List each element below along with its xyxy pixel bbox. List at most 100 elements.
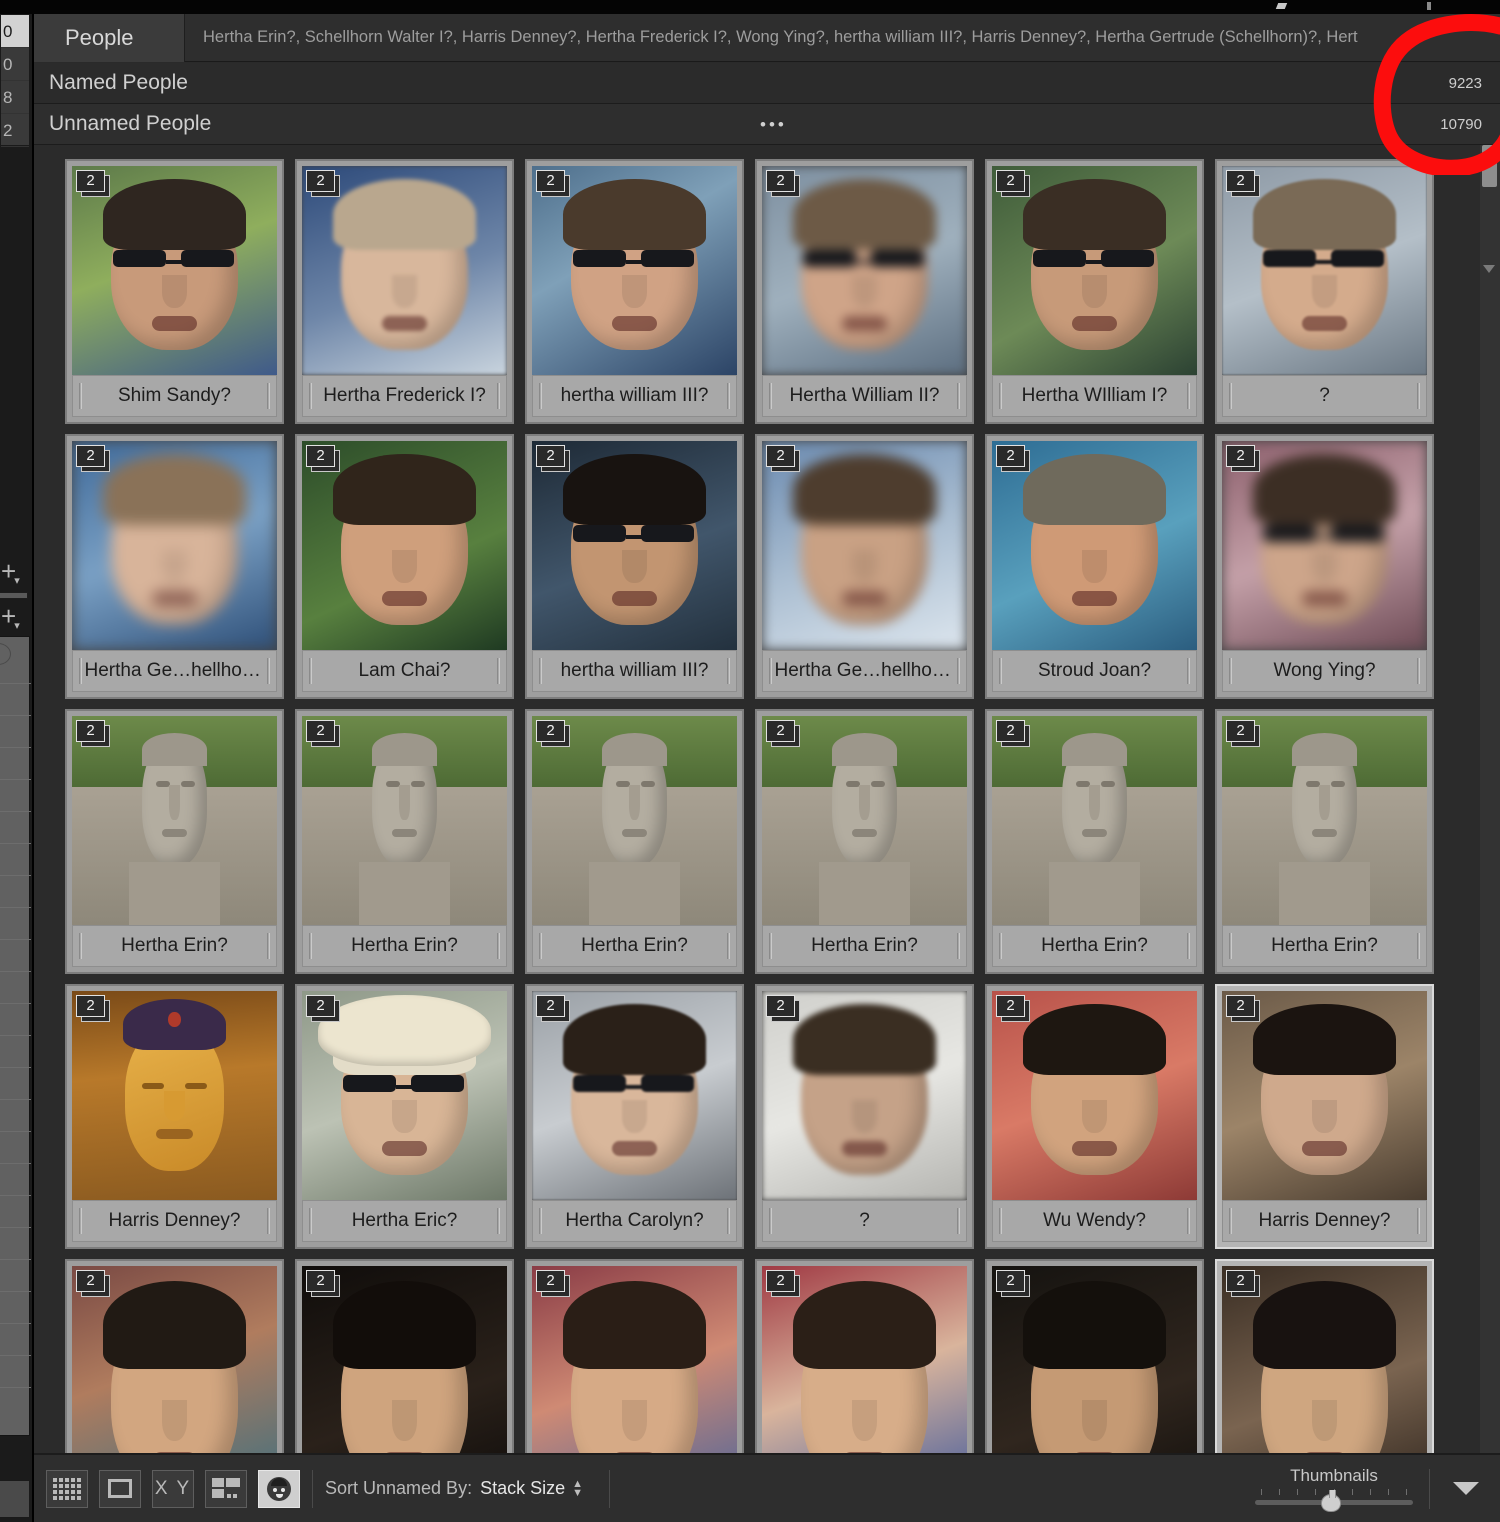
people-grid-cell[interactable]: 2 Hertha Erin? — [1210, 704, 1439, 979]
people-grid-cell[interactable]: 2 Hertha Ge…hellhorn)? — [60, 429, 289, 704]
slider-knob[interactable] — [1321, 1490, 1341, 1512]
left-panel-gutter[interactable]: 0 0 8 2 +▾ +▾ — [0, 14, 34, 1522]
cell-label-bar[interactable]: Hertha William II? — [762, 375, 967, 417]
cell-label-bar[interactable]: hertha william III? — [532, 650, 737, 692]
cell-label-bar[interactable]: Shim Sandy? — [72, 375, 277, 417]
stack-count-badge[interactable]: 2 — [996, 995, 1030, 1022]
cell-thumbnail[interactable] — [1222, 716, 1427, 925]
cell-thumbnail[interactable] — [992, 441, 1197, 650]
people-grid-cell[interactable]: 2 Hertha William II? — [750, 154, 979, 429]
stack-count-badge[interactable]: 2 — [1226, 445, 1260, 472]
people-grid-cell[interactable]: 2 hertha william III? — [520, 429, 749, 704]
stack-count-badge[interactable]: 2 — [306, 720, 340, 747]
add-button-lower[interactable]: +▾ — [0, 599, 30, 633]
stack-count-badge[interactable]: 2 — [306, 1270, 340, 1297]
vertical-scrollbar[interactable] — [1480, 145, 1500, 1467]
cell-label-bar[interactable]: Hertha Ge…hellhorn)? — [72, 650, 277, 692]
sort-stepper-icon[interactable]: ▲ ▼ — [572, 1478, 583, 1498]
people-grid-cell[interactable]: 2 Hertha Erin? — [980, 704, 1209, 979]
left-panel-list-row[interactable]: 0 — [1, 48, 29, 81]
left-panel-list[interactable]: 0 0 8 2 — [0, 14, 30, 147]
cell-label-bar[interactable]: Hertha Erin? — [302, 925, 507, 967]
left-panel-body[interactable] — [0, 636, 31, 1436]
stack-count-badge[interactable]: 2 — [996, 445, 1030, 472]
cell-label-bar[interactable]: Hertha WIlliam I? — [992, 375, 1197, 417]
people-grid-cell[interactable]: 2 Hertha Ge…hellhorn)? — [750, 429, 979, 704]
people-grid-cell[interactable]: 2 — [1210, 1254, 1439, 1467]
cell-label-bar[interactable]: Harris Denney? — [1222, 1200, 1427, 1242]
cell-thumbnail[interactable] — [1222, 166, 1427, 375]
cell-label-bar[interactable]: Wong Ying? — [1222, 650, 1427, 692]
add-button-upper[interactable]: +▾ — [0, 554, 30, 588]
people-grid-cell[interactable]: 2 Hertha Carolyn? — [520, 979, 749, 1254]
cell-thumbnail[interactable] — [302, 441, 507, 650]
people-grid-cell[interactable]: 2 Shim Sandy? — [60, 154, 289, 429]
left-panel-list-row[interactable]: 0 — [1, 15, 29, 48]
stack-count-badge[interactable]: 2 — [76, 170, 110, 197]
stack-count-badge[interactable]: 2 — [1226, 170, 1260, 197]
cell-thumbnail[interactable] — [72, 716, 277, 925]
cell-label-bar[interactable]: Hertha Erin? — [762, 925, 967, 967]
cell-thumbnail[interactable] — [762, 441, 967, 650]
cell-label-bar[interactable]: hertha william III? — [532, 375, 737, 417]
cell-label-bar[interactable]: Hertha Eric? — [302, 1200, 507, 1242]
people-grid-cell[interactable]: 2 — [750, 1254, 979, 1467]
stack-count-badge[interactable]: 2 — [1226, 720, 1260, 747]
people-grid-cell[interactable]: 2 Hertha Eric? — [290, 979, 519, 1254]
stack-count-badge[interactable]: 2 — [536, 720, 570, 747]
people-grid-area[interactable]: 2 Shim Sandy? 2 Hertha Frederick I? 2 he… — [34, 145, 1500, 1467]
cell-label-bar[interactable]: Wu Wendy? — [992, 1200, 1197, 1242]
cell-thumbnail[interactable] — [762, 716, 967, 925]
stack-count-badge[interactable]: 2 — [306, 445, 340, 472]
cell-label-bar[interactable]: Hertha Erin? — [72, 925, 277, 967]
section-unnamed-people[interactable]: Unnamed People ••• 10790 — [34, 104, 1500, 145]
stack-count-badge[interactable]: 2 — [76, 445, 110, 472]
people-grid-cell[interactable]: 2 Hertha Erin? — [750, 704, 979, 979]
cell-thumbnail[interactable] — [992, 166, 1197, 375]
grid-view-button[interactable] — [46, 1469, 88, 1508]
stack-count-badge[interactable]: 2 — [76, 720, 110, 747]
cell-label-bar[interactable]: Hertha Ge…hellhorn)? — [762, 650, 967, 692]
stack-count-badge[interactable]: 2 — [766, 995, 800, 1022]
stack-count-badge[interactable]: 2 — [76, 1270, 110, 1297]
cell-label-bar[interactable]: Hertha Erin? — [992, 925, 1197, 967]
stack-count-badge[interactable]: 2 — [996, 720, 1030, 747]
people-grid-cell[interactable]: 2 hertha william III? — [520, 154, 749, 429]
loupe-view-button[interactable] — [99, 1469, 141, 1508]
tab-people[interactable]: People — [34, 13, 185, 62]
cell-thumbnail[interactable] — [532, 991, 737, 1200]
stack-count-badge[interactable]: 2 — [766, 170, 800, 197]
people-grid-cell[interactable]: 2 — [520, 1254, 749, 1467]
section-ellipsis-handle[interactable]: ••• — [760, 104, 787, 145]
stack-count-badge[interactable]: 2 — [306, 170, 340, 197]
cell-thumbnail[interactable] — [532, 716, 737, 925]
survey-view-button[interactable] — [205, 1469, 247, 1508]
people-grid-cell[interactable]: 2 ? — [1210, 154, 1439, 429]
people-grid-cell[interactable]: 2 Hertha Erin? — [60, 704, 289, 979]
stack-count-badge[interactable]: 2 — [996, 170, 1030, 197]
left-panel-list-row[interactable]: 2 — [1, 114, 29, 147]
cell-thumbnail[interactable] — [302, 716, 507, 925]
cell-label-bar[interactable]: Hertha Erin? — [1222, 925, 1427, 967]
people-grid-cell[interactable]: 2 Hertha Erin? — [520, 704, 749, 979]
people-view-button[interactable] — [258, 1469, 300, 1508]
breadcrumb[interactable]: Hertha Erin?, Schellhorn Walter I?, Harr… — [185, 14, 1500, 62]
cell-thumbnail[interactable] — [302, 166, 507, 375]
people-grid-cell[interactable]: 2 ? — [750, 979, 979, 1254]
cell-label-bar[interactable]: Stroud Joan? — [992, 650, 1197, 692]
people-grid-cell[interactable]: 2 Hertha WIlliam I? — [980, 154, 1209, 429]
cell-label-bar[interactable]: ? — [762, 1200, 967, 1242]
cell-thumbnail[interactable] — [762, 166, 967, 375]
stack-count-badge[interactable]: 2 — [536, 445, 570, 472]
cell-thumbnail[interactable] — [72, 166, 277, 375]
cell-thumbnail[interactable] — [992, 991, 1197, 1200]
stack-count-badge[interactable]: 2 — [1226, 995, 1260, 1022]
scrollbar-thumb[interactable] — [1482, 145, 1497, 187]
cell-thumbnail[interactable] — [1222, 441, 1427, 650]
section-named-people[interactable]: Named People 9223 — [34, 63, 1500, 104]
cell-label-bar[interactable]: Harris Denney? — [72, 1200, 277, 1242]
cell-label-bar[interactable]: Lam Chai? — [302, 650, 507, 692]
stack-count-badge[interactable]: 2 — [766, 445, 800, 472]
people-grid-cell[interactable]: 2 Hertha Erin? — [290, 704, 519, 979]
stack-count-badge[interactable]: 2 — [306, 995, 340, 1022]
